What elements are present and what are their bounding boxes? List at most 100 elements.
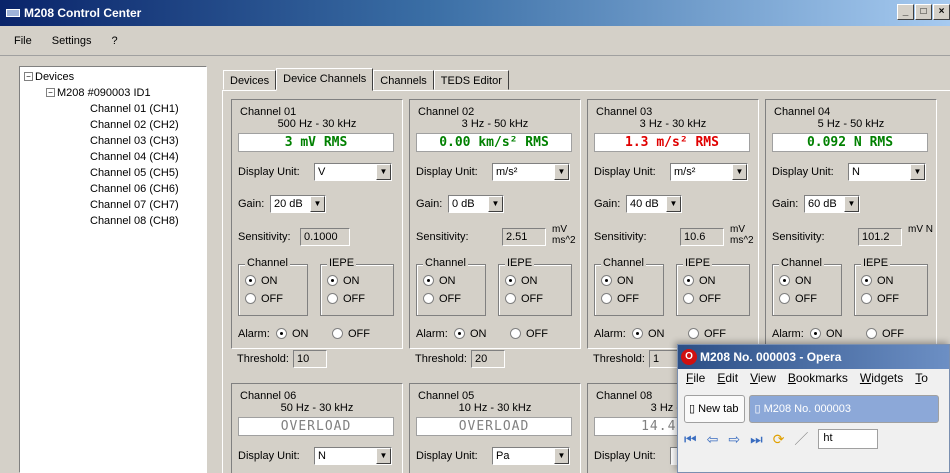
channel-group: Channel ON OFF — [772, 257, 842, 316]
opera-tab-m208[interactable]: ▯ M208 No. 000003 — [749, 395, 940, 423]
threshold-field[interactable]: 10 — [293, 350, 327, 368]
tree-channel-8[interactable]: Channel 08 (CH8) — [90, 215, 179, 227]
channel-on-radio[interactable]: ON — [245, 275, 278, 287]
chevron-down-icon[interactable]: ▼ — [376, 164, 391, 180]
alarm-on-radio[interactable]: ON — [810, 328, 843, 340]
iepe-off-radio[interactable]: OFF — [327, 293, 365, 305]
tree-channel-3[interactable]: Channel 03 (CH3) — [90, 135, 179, 147]
channel-off-radio[interactable]: OFF — [601, 293, 639, 305]
alarm-on-radio[interactable]: ON — [632, 328, 665, 340]
chevron-down-icon[interactable]: ▼ — [488, 196, 503, 212]
threshold-label: Threshold: — [237, 353, 289, 365]
display-unit-label: Display Unit: — [594, 450, 656, 462]
sensitivity-label: Sensitivity: — [594, 231, 647, 243]
edit-icon[interactable]: ／ — [794, 429, 808, 449]
alarm-off-radio[interactable]: OFF — [688, 328, 726, 340]
chevron-down-icon[interactable]: ▼ — [554, 448, 569, 464]
iepe-on-radio[interactable]: ON — [861, 275, 894, 287]
display-unit-select[interactable]: Pa ▼ — [492, 447, 570, 465]
tree-channel-2[interactable]: Channel 02 (CH2) — [90, 119, 179, 131]
tree-channel-1[interactable]: Channel 01 (CH1) — [90, 103, 179, 115]
display-unit-select[interactable]: m/s² ▼ — [492, 163, 570, 181]
tree-channel-4[interactable]: Channel 04 (CH4) — [90, 151, 179, 163]
opera-menu-file[interactable]: File — [686, 371, 705, 385]
display-unit-label: Display Unit: — [416, 166, 478, 178]
chevron-down-icon[interactable]: ▼ — [376, 448, 391, 464]
gain-select[interactable]: 0 dB ▼ — [448, 195, 504, 213]
app-icon[interactable] — [6, 9, 20, 17]
iepe-off-radio[interactable]: OFF — [861, 293, 899, 305]
opera-menu-widgets[interactable]: Widgets — [860, 371, 903, 385]
alarm-on-radio[interactable]: ON — [454, 328, 487, 340]
iepe-on-radio[interactable]: ON — [683, 275, 716, 287]
opera-menu-edit[interactable]: Edit — [717, 371, 738, 385]
iepe-on-radio[interactable]: ON — [505, 275, 538, 287]
opera-menu-tools[interactable]: To — [915, 371, 928, 385]
tree-channel-5[interactable]: Channel 05 (CH5) — [90, 167, 179, 179]
gain-select[interactable]: 40 dB ▼ — [626, 195, 682, 213]
tab-channels[interactable]: Channels — [373, 70, 434, 90]
channel-off-radio[interactable]: OFF — [779, 293, 817, 305]
sensitivity-unit: mV ms^2 — [552, 224, 576, 246]
channel-off-radio[interactable]: OFF — [423, 293, 461, 305]
menu-settings[interactable]: Settings — [52, 35, 92, 47]
iepe-on-radio[interactable]: ON — [327, 275, 360, 287]
channel-on-radio[interactable]: ON — [779, 275, 812, 287]
collapse-icon[interactable]: − — [24, 72, 33, 81]
tab-devices[interactable]: Devices — [223, 70, 277, 90]
alarm-off-radio[interactable]: OFF — [510, 328, 548, 340]
iepe-group: IEPE ON OFF — [498, 257, 572, 316]
forward-icon[interactable]: ⇨ — [728, 431, 740, 448]
channel-off-radio[interactable]: OFF — [245, 293, 283, 305]
opera-menu-bookmarks[interactable]: Bookmarks — [788, 371, 848, 385]
opera-tab-new[interactable]: ▯ New tab — [684, 395, 746, 423]
fast-forward-icon[interactable]: ⏭ — [750, 431, 763, 448]
threshold-field[interactable]: 20 — [471, 350, 505, 368]
iepe-off-radio[interactable]: OFF — [505, 293, 543, 305]
alarm-off-radio[interactable]: OFF — [866, 328, 904, 340]
reload-icon[interactable]: ⟳ — [773, 431, 785, 448]
channel-title: Channel 03 — [596, 106, 653, 118]
chevron-down-icon[interactable]: ▼ — [844, 196, 859, 212]
chevron-down-icon[interactable]: ▼ — [554, 164, 569, 180]
chevron-down-icon[interactable]: ▼ — [310, 196, 325, 212]
tree-channel-6[interactable]: Channel 06 (CH6) — [90, 183, 179, 195]
sensitivity-field: 2.51 — [502, 228, 546, 246]
sensitivity-label: Sensitivity: — [238, 231, 291, 243]
chevron-down-icon[interactable]: ▼ — [732, 164, 747, 180]
display-unit-select[interactable]: m/s² ▼ — [670, 163, 748, 181]
iepe-off-radio[interactable]: OFF — [683, 293, 721, 305]
display-unit-select[interactable]: V ▼ — [314, 163, 392, 181]
device-tree[interactable]: − Devices − M208 #090003 ID1 Channel 01 (C… — [19, 66, 207, 473]
tab-device-channels[interactable]: Device Channels — [276, 68, 374, 91]
menu-help[interactable]: ? — [111, 35, 117, 47]
channel-title: Channel 06 — [240, 390, 297, 402]
back-icon[interactable]: ⇦ — [707, 431, 719, 448]
opera-menu-view[interactable]: View — [750, 371, 776, 385]
display-unit-label: Display Unit: — [238, 166, 300, 178]
minimize-button[interactable]: _ — [897, 4, 914, 20]
display-unit-label: Display Unit: — [772, 166, 834, 178]
tree-channel-7[interactable]: Channel 07 (CH7) — [90, 199, 179, 211]
rewind-icon[interactable]: ⏮ — [684, 431, 697, 448]
display-unit-select[interactable]: N ▼ — [314, 447, 392, 465]
tree-device[interactable]: − M208 #090003 ID1 — [46, 87, 151, 99]
address-field[interactable]: ht — [818, 429, 879, 449]
maximize-button[interactable]: □ — [915, 4, 932, 20]
display-unit-select[interactable]: N ▼ — [848, 163, 926, 181]
channel-on-radio[interactable]: ON — [601, 275, 634, 287]
chevron-down-icon[interactable]: ▼ — [666, 196, 681, 212]
chevron-down-icon[interactable]: ▼ — [910, 164, 925, 180]
collapse-icon[interactable]: − — [46, 88, 55, 97]
gain-select[interactable]: 60 dB ▼ — [804, 195, 860, 213]
channel-group-label: Channel — [779, 257, 824, 269]
gain-select[interactable]: 20 dB ▼ — [270, 195, 326, 213]
menu-file[interactable]: File — [14, 35, 32, 47]
page-icon: ▯ — [689, 403, 699, 415]
channel-on-radio[interactable]: ON — [423, 275, 456, 287]
alarm-off-radio[interactable]: OFF — [332, 328, 370, 340]
close-button[interactable]: × — [933, 4, 950, 20]
tree-root-devices[interactable]: − Devices — [24, 71, 74, 83]
alarm-on-radio[interactable]: ON — [276, 328, 309, 340]
tab-teds-editor[interactable]: TEDS Editor — [433, 70, 509, 90]
